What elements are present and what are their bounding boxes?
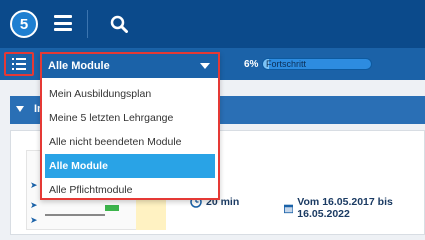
collapse-caret-icon[interactable] — [16, 106, 24, 112]
thumbnail-arrow-icon: ➤ — [30, 215, 38, 225]
thumbnail-line — [45, 214, 105, 216]
chevron-down-icon — [200, 63, 210, 69]
thumbnail-arrow-icon: ➤ — [30, 180, 38, 190]
dropdown-option-alle-nicht-beendeten-module[interactable]: Alle nicht beendeten Module — [45, 130, 215, 154]
progress-bar: Fortschritt — [262, 58, 372, 70]
module-filter-select[interactable]: Alle Module — [42, 54, 218, 78]
thumbnail-arrow-icon: ➤ — [30, 200, 38, 210]
list-icon — [12, 58, 26, 70]
dropdown-option-alle-module[interactable]: Alle Module — [45, 154, 215, 178]
list-view-toggle-button[interactable] — [4, 52, 34, 76]
date-range-meta: Vom 16.05.2017 bis 16.05.2022 — [284, 196, 425, 220]
module-filter-options: Mein Ausbildungsplan Meine 5 letzten Leh… — [42, 82, 218, 202]
header-divider — [87, 10, 88, 38]
dropdown-option-meine-5-letzten-lehrgange[interactable]: Meine 5 letzten Lehrgange — [45, 106, 215, 130]
dropdown-option-alle-pflichtmodule[interactable]: Alle Pflichtmodule — [45, 178, 215, 202]
app-logo[interactable]: 5 — [10, 10, 38, 38]
thumbnail-green-block — [105, 205, 119, 211]
progress-percent: 6% — [244, 59, 259, 70]
date-range-text: Vom 16.05.2017 bis 16.05.2022 — [297, 196, 393, 220]
progress-label: Fortschritt — [266, 59, 307, 69]
module-filter-selected-label: Alle Module — [48, 60, 110, 72]
dropdown-option-mein-ausbildungsplan[interactable]: Mein Ausbildungsplan — [45, 82, 215, 106]
module-filter-dropdown[interactable]: Alle Module Mein Ausbildungsplan Meine 5… — [40, 52, 220, 200]
calendar-icon — [284, 204, 294, 213]
hamburger-menu-icon[interactable] — [54, 15, 72, 31]
search-icon[interactable] — [110, 15, 128, 33]
